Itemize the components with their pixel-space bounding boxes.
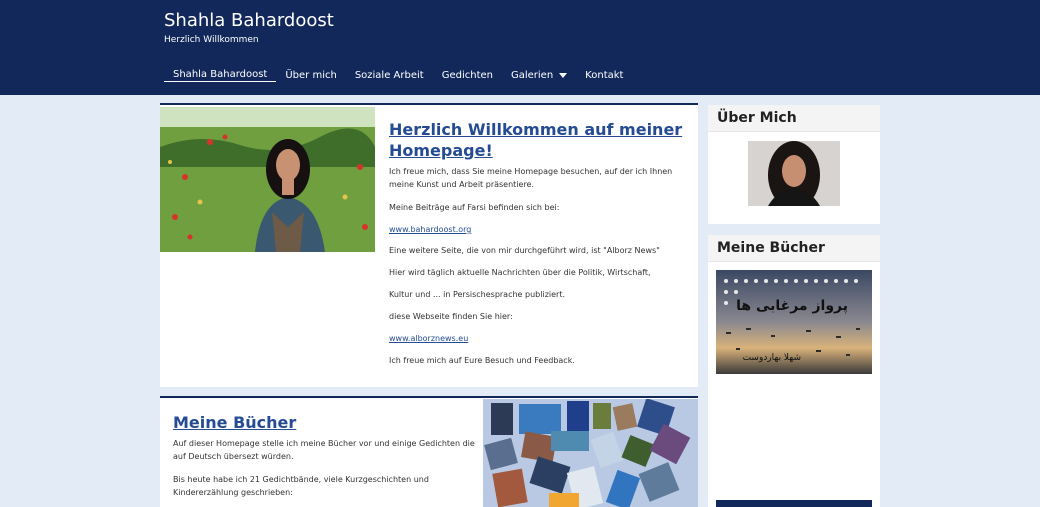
nav-item-home[interactable]: Shahla Bahardoost (164, 68, 277, 82)
books-text-2a: Bis heute habe ich 21 Gedichtbände, viel… (173, 475, 429, 484)
welcome-text-3: Eine weitere Seite, die von mir durchgef… (389, 246, 660, 255)
sidebar-books-widget: Meine Bücher پرواز مرغابی ها شهلا بهاردو… (708, 235, 880, 507)
books-text-1b: auf Deutsch übersezt würden. (173, 452, 294, 461)
book-cover-title: پرواز مرغابی ها (736, 298, 848, 314)
book-cover-image[interactable]: پرواز مرغابی ها شهلا بهاردوست (716, 270, 872, 374)
welcome-text-1b: meine Kunst und Arbeit präsentiere. (389, 180, 535, 189)
nav-item-galerien-label: Galerien (510, 69, 554, 81)
bahardoost-link-wrap: www.bahardoost.org (389, 223, 471, 236)
book-covers-collage (483, 399, 698, 507)
books-text-2: Bis heute habe ich 21 Gedichtbände, viel… (173, 473, 429, 499)
nav-item-gedichten[interactable]: Gedichten (433, 68, 502, 82)
portrait-photo (160, 107, 375, 252)
alborznews-link-wrap: www.alborznews.eu (389, 332, 468, 345)
welcome-text-1a: Ich freue mich, dass Sie meine Homepage … (389, 167, 673, 176)
welcome-text-7: Ich freue mich auf Eure Besuch und Feedb… (389, 356, 575, 365)
welcome-card: Herzlich Willkommen auf meiner Homepage!… (160, 103, 698, 387)
welcome-text-4: Hier wird täglich aktuelle Nachrichten ü… (389, 268, 651, 277)
site-title[interactable]: Shahla Bahardoost (164, 10, 334, 31)
alborznews-link[interactable]: www.alborznews.eu (389, 334, 468, 343)
welcome-heading-line1: Herzlich Willkommen auf meiner (389, 120, 683, 139)
bahardoost-link[interactable]: www.bahardoost.org (389, 225, 471, 234)
sidebar-books-title: Meine Bücher (708, 235, 880, 262)
chevron-down-icon (559, 72, 568, 78)
books-text-2b: Kindererzählung geschrieben: (173, 488, 293, 497)
welcome-text-1: Ich freue mich, dass Sie meine Homepage … (389, 165, 672, 191)
nav-item-ueber-mich[interactable]: Über mich (276, 68, 345, 82)
sidebar-books-footer-bar (716, 500, 872, 507)
sidebar-about-widget: Über Mich (708, 105, 880, 224)
site-header: Shahla Bahardoost Herzlich Willkommen Sh… (0, 0, 1040, 95)
site-subtitle: Herzlich Willkommen (164, 35, 259, 45)
welcome-text-6: diese Webseite finden Sie hier: (389, 312, 513, 321)
welcome-heading-line2: Homepage! (389, 141, 493, 160)
book-cover-author: شهلا بهاردوست (743, 353, 801, 363)
welcome-heading[interactable]: Herzlich Willkommen auf meiner Homepage! (389, 119, 682, 161)
about-portrait[interactable] (748, 141, 840, 206)
welcome-text-2: Meine Beiträge auf Farsi befinden sich b… (389, 203, 560, 212)
welcome-text-5: Kultur und ... in Persischesprache publi… (389, 290, 566, 299)
sidebar-about-title: Über Mich (708, 105, 880, 132)
books-heading[interactable]: Meine Bücher (173, 412, 296, 433)
books-text-1: Auf dieser Homepage stelle ich meine Büc… (173, 437, 475, 463)
nav-item-soziale-arbeit[interactable]: Soziale Arbeit (346, 68, 433, 82)
books-card: Meine Bücher Auf dieser Homepage stelle … (160, 396, 698, 507)
books-text-1a: Auf dieser Homepage stelle ich meine Büc… (173, 439, 475, 448)
nav-item-kontakt[interactable]: Kontakt (576, 68, 632, 82)
nav-item-galerien[interactable]: Galerien (502, 68, 576, 82)
main-nav: Shahla Bahardoost Über mich Soziale Arbe… (164, 68, 632, 82)
